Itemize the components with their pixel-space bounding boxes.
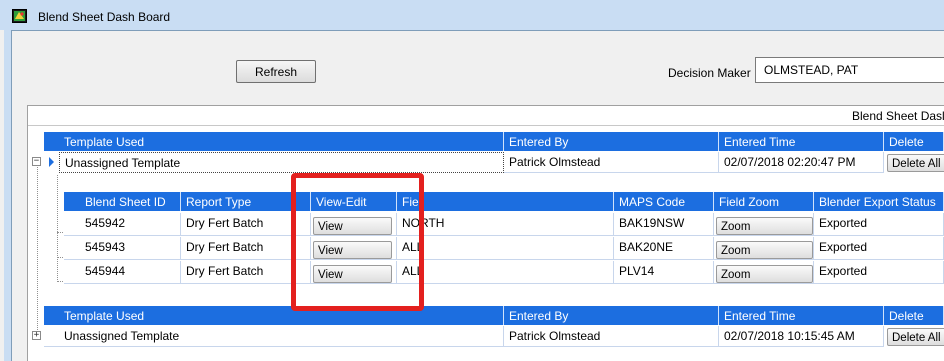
field-cell[interactable]: NORTH xyxy=(397,213,614,236)
export-status-cell[interactable]: Exported xyxy=(814,213,944,236)
collapse-icon[interactable]: − xyxy=(32,157,41,166)
window-frame xyxy=(4,30,11,361)
header-view-edit[interactable]: View-Edit xyxy=(311,192,397,211)
row-selector[interactable] xyxy=(64,261,80,284)
header-blender-export-status[interactable]: Blender Export Status xyxy=(814,192,944,211)
header-entered-time[interactable]: Entered Time xyxy=(719,132,884,151)
tree-line xyxy=(57,257,63,258)
expand-icon[interactable]: + xyxy=(32,331,41,340)
header-template-used[interactable]: Template Used xyxy=(59,306,504,325)
view-button[interactable]: View xyxy=(313,265,392,283)
maps-code-cell[interactable]: BAK20NE xyxy=(614,237,714,260)
header-template-used[interactable]: Template Used xyxy=(59,132,504,151)
maps-code-cell[interactable]: PLV14 xyxy=(614,261,714,284)
report-type-cell[interactable]: Dry Fert Batch xyxy=(181,237,311,260)
zoom-button[interactable]: Zoom xyxy=(716,265,813,283)
entered-by-cell[interactable]: Patrick Olmstead xyxy=(504,326,719,347)
report-type-cell[interactable]: Dry Fert Batch xyxy=(181,213,311,236)
template-name-cell[interactable]: Unassigned Template xyxy=(59,152,504,173)
decision-maker-input[interactable] xyxy=(755,57,944,83)
template-name-cell[interactable]: Unassigned Template xyxy=(59,326,504,347)
view-button[interactable]: View xyxy=(313,241,392,259)
header-entered-by[interactable]: Entered By xyxy=(504,306,719,325)
row-selector[interactable] xyxy=(44,326,59,347)
export-status-cell[interactable]: Exported xyxy=(814,261,944,284)
zoom-button[interactable]: Zoom xyxy=(716,217,813,235)
decision-maker-label: Decision Maker xyxy=(668,66,751,80)
band-header-corner xyxy=(44,306,59,325)
blend-sheet-id-cell[interactable]: 545944 xyxy=(80,261,181,284)
entered-by-cell[interactable]: Patrick Olmstead xyxy=(504,152,719,173)
app-icon xyxy=(12,9,27,23)
header-report-type[interactable]: Report Type xyxy=(181,192,311,211)
header-field-zoom[interactable]: Field Zoom xyxy=(714,192,814,211)
field-cell[interactable]: ALL xyxy=(397,261,614,284)
tree-line xyxy=(57,281,63,282)
maps-code-cell[interactable]: BAK19NSW xyxy=(614,213,714,236)
entered-time-cell[interactable]: 02/07/2018 10:15:45 AM xyxy=(719,326,884,347)
blend-sheet-id-cell[interactable]: 545943 xyxy=(80,237,181,260)
delete-all-button[interactable]: Delete All xyxy=(887,328,944,346)
tree-line xyxy=(37,162,38,340)
header-entered-by[interactable]: Entered By xyxy=(504,132,719,151)
header-field[interactable]: Fiel xyxy=(397,192,614,211)
band-header-corner xyxy=(64,192,80,211)
header-blend-sheet-id[interactable]: Blend Sheet ID xyxy=(80,192,181,211)
refresh-button[interactable]: Refresh xyxy=(236,60,316,83)
grid-caption-divider xyxy=(28,125,944,126)
header-entered-time[interactable]: Entered Time xyxy=(719,306,884,325)
current-row-indicator-icon xyxy=(49,157,54,167)
header-delete[interactable]: Delete xyxy=(884,306,944,325)
blend-sheet-id-cell[interactable]: 545942 xyxy=(80,213,181,236)
header-delete[interactable]: Delete xyxy=(884,132,944,151)
delete-all-button[interactable]: Delete All xyxy=(887,154,944,172)
grid-caption: Blend Sheet Dasl xyxy=(852,109,944,123)
header-maps-code[interactable]: MAPS Code xyxy=(614,192,714,211)
export-status-cell[interactable]: Exported xyxy=(814,237,944,260)
report-type-cell[interactable]: Dry Fert Batch xyxy=(181,261,311,284)
zoom-button[interactable]: Zoom xyxy=(716,241,813,259)
row-selector[interactable] xyxy=(64,237,80,260)
band-header-corner xyxy=(44,132,59,151)
field-cell[interactable]: ALL xyxy=(397,237,614,260)
entered-time-cell[interactable]: 02/07/2018 02:20:47 PM xyxy=(719,152,884,173)
window-title: Blend Sheet Dash Board xyxy=(38,10,171,24)
view-button[interactable]: View xyxy=(313,217,392,235)
row-selector[interactable] xyxy=(64,213,80,236)
tree-line xyxy=(57,232,63,233)
tree-line xyxy=(57,175,58,282)
